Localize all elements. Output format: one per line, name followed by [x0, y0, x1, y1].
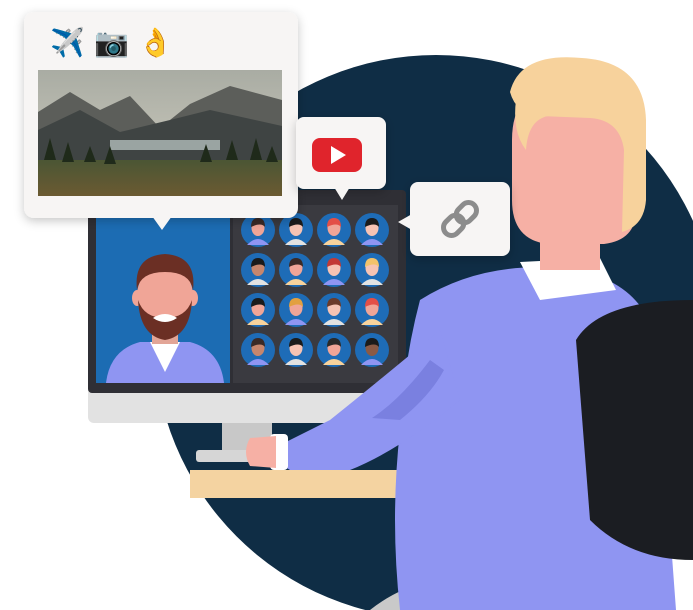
participant-avatar	[317, 293, 351, 327]
participant-avatar	[355, 333, 389, 367]
participant-avatar	[355, 253, 389, 287]
participant-avatar	[241, 253, 275, 287]
main-video-tile	[96, 215, 230, 383]
participant-avatar	[355, 293, 389, 327]
camera-icon: 📷	[94, 26, 129, 59]
participant-avatar	[279, 293, 313, 327]
chair-back	[576, 300, 693, 560]
participant-avatar	[317, 253, 351, 287]
airplane-icon: ✈️	[50, 25, 85, 59]
landscape-photo	[38, 70, 282, 196]
youtube-message-bubble	[296, 117, 386, 200]
link-message-bubble	[398, 182, 510, 256]
participant-avatar	[279, 333, 313, 367]
participant-avatar	[241, 293, 275, 327]
participant-avatar	[317, 333, 351, 367]
participant-avatar	[241, 333, 275, 367]
ok-hand-icon: 👌	[138, 26, 173, 59]
hand	[246, 436, 276, 468]
photo-message-bubble: ✈️ 📷 👌	[24, 12, 298, 230]
participant-avatar	[279, 253, 313, 287]
video-call-illustration: ✈️ 📷 👌	[24, 12, 693, 610]
participant-avatar	[241, 213, 275, 247]
participant-avatar	[317, 213, 351, 247]
participant-avatar	[355, 213, 389, 247]
participant-avatar	[279, 213, 313, 247]
